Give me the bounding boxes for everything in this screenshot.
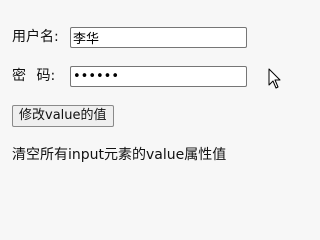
mouse-pointer-icon	[268, 68, 281, 89]
username-input[interactable]	[70, 26, 247, 48]
modify-value-button[interactable]: 修改value的值	[12, 105, 114, 127]
username-label: 用户名:	[12, 29, 59, 45]
instruction-text: 清空所有input元素的value属性值	[12, 147, 227, 163]
username-row: 用户名:	[12, 26, 247, 48]
password-label: 密 码:	[12, 68, 56, 84]
password-input[interactable]	[70, 65, 247, 87]
password-row: 密 码:	[12, 65, 247, 87]
